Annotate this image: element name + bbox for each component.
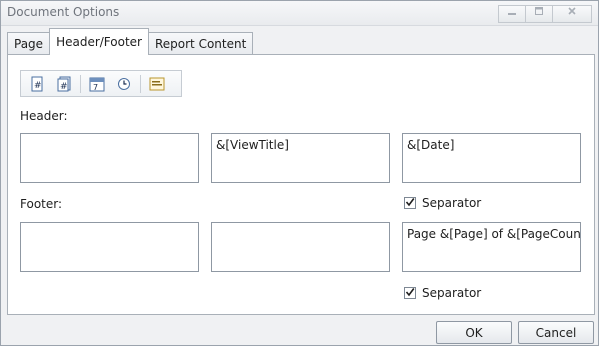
separator-label: Separator <box>422 196 482 210</box>
cancel-button[interactable]: Cancel <box>518 321 594 344</box>
header-left-field[interactable] <box>20 133 199 183</box>
checkmark-icon <box>405 286 415 300</box>
footer-left-field[interactable] <box>20 222 199 272</box>
maximize-button[interactable] <box>525 5 553 23</box>
minimize-button[interactable] <box>498 5 526 23</box>
ok-button[interactable]: OK <box>436 321 512 344</box>
footer-label: Footer: <box>20 197 63 211</box>
header-label: Header: <box>20 109 68 123</box>
header-right-field[interactable]: &[Date] <box>402 133 581 183</box>
checkbox-box[interactable] <box>404 287 416 299</box>
tab-label: Page <box>14 37 44 51</box>
svg-text:#: # <box>60 82 68 92</box>
close-icon <box>567 6 577 22</box>
toolbar-separator <box>140 74 141 93</box>
insert-field-toolbar: # # 7 <box>20 70 182 97</box>
page-count-icon: # <box>57 76 71 92</box>
tab-label: Report Content <box>154 37 247 51</box>
tab-header-footer[interactable]: Header/Footer <box>49 28 149 55</box>
insert-page-count-button[interactable]: # <box>53 75 75 93</box>
header-separator-checkbox[interactable]: Separator <box>404 196 481 210</box>
footer-separator-checkbox[interactable]: Separator <box>404 286 481 300</box>
tab-label: Header/Footer <box>56 35 142 49</box>
document-options-dialog: Document Options Page Header/Footer Repo… <box>0 0 599 346</box>
svg-text:#: # <box>34 81 42 91</box>
date-icon: 7 <box>89 76 105 92</box>
header-center-field[interactable]: &[ViewTitle] <box>211 133 390 183</box>
window-title: Document Options <box>7 5 120 19</box>
title-bar: Document Options <box>1 1 598 26</box>
tab-page[interactable]: Page <box>7 32 51 55</box>
view-title-icon <box>149 76 165 92</box>
tab-strip: Page Header/Footer Report Content <box>7 28 254 55</box>
checkmark-icon <box>405 196 415 210</box>
close-button[interactable] <box>552 5 592 23</box>
footer-center-field[interactable] <box>211 222 390 272</box>
maximize-icon <box>534 6 544 22</box>
header-footer-panel: # # 7 Header: &[ViewTitle] &[Date] Separ… <box>7 54 595 315</box>
dialog-footer: OK Cancel <box>1 314 598 345</box>
time-icon <box>117 77 131 91</box>
insert-view-title-button[interactable] <box>146 75 168 93</box>
toolbar-separator <box>80 74 81 93</box>
window-controls <box>498 5 592 23</box>
footer-right-field[interactable]: Page &[Page] of &[PageCount] <box>402 222 581 272</box>
checkbox-box[interactable] <box>404 197 416 209</box>
minimize-icon <box>507 6 517 22</box>
separator-label: Separator <box>422 286 482 300</box>
insert-page-number-button[interactable]: # <box>26 75 48 93</box>
svg-text:7: 7 <box>93 83 98 92</box>
tab-report-content[interactable]: Report Content <box>147 32 254 55</box>
insert-date-button[interactable]: 7 <box>86 75 108 93</box>
insert-time-button[interactable] <box>113 75 135 93</box>
page-number-icon: # <box>30 76 44 92</box>
